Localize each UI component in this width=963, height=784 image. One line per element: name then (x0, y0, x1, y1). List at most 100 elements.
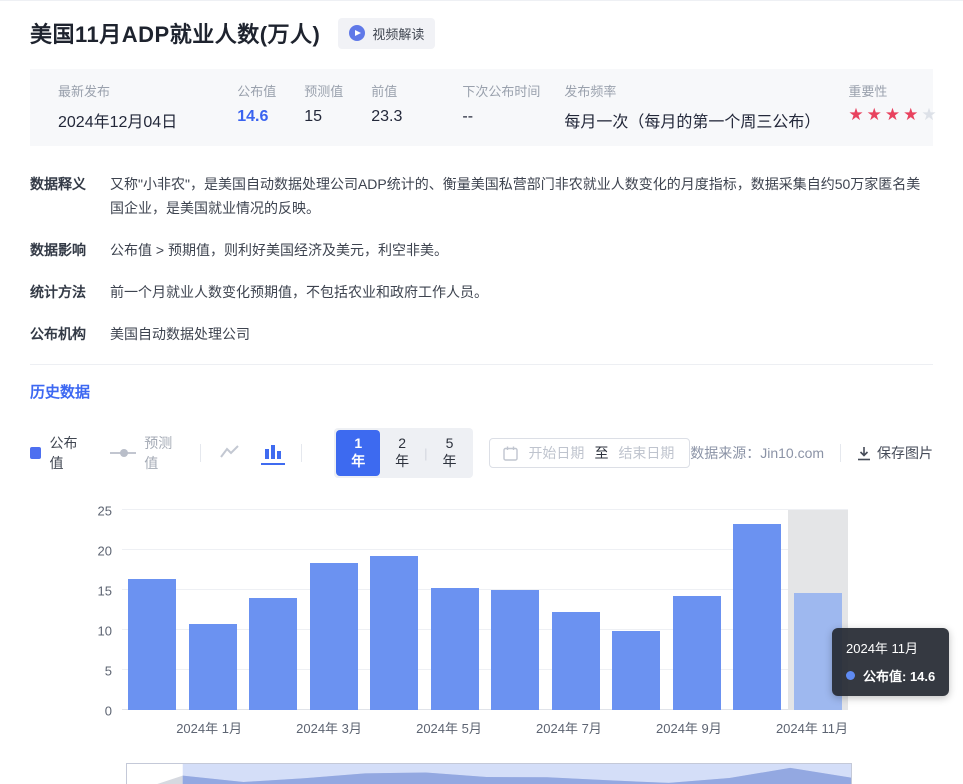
bar-slot[interactable] (122, 510, 183, 710)
x-axis-tick-label: 2024年 5月 (416, 718, 482, 737)
tooltip-title: 2024年 11月 (846, 638, 935, 657)
bar-slot[interactable] (425, 510, 486, 710)
section-divider (30, 364, 933, 365)
chart-bar[interactable] (491, 590, 539, 710)
x-axis-tick-label: 2024年 3月 (296, 718, 362, 737)
bar-slot[interactable] (727, 510, 788, 710)
title-row: 美国11月ADP就业人数(万人) 视频解读 (30, 17, 933, 49)
detail-label: 数据释义 (30, 172, 110, 220)
x-axis-tick-label: 2024年 1月 (176, 718, 242, 737)
chart-bar[interactable] (733, 524, 781, 710)
y-axis-tick-label: 5 (78, 664, 112, 679)
latest-release: 最新发布 2024年12月04日 (58, 81, 177, 132)
navigator-area-chart (127, 764, 851, 784)
detail-label: 统计方法 (30, 280, 110, 304)
detail-text: 又称"小非农"，是美国自动数据处理公司ADP统计的、衡量美国私营部门非农就业人数… (110, 172, 933, 220)
chart-bar[interactable] (128, 579, 176, 710)
end-date-input[interactable]: 结束日期 (618, 443, 674, 463)
chart-navigator[interactable] (126, 763, 852, 784)
star-icon: ★ (848, 105, 866, 124)
star-icon: ★ (867, 105, 885, 124)
bar-slot[interactable] (304, 510, 365, 710)
bar-slot[interactable] (364, 510, 425, 710)
history-chart: 0510152025 2024年 1月2024年 3月2024年 5月2024年… (30, 468, 933, 784)
chart-bar[interactable] (552, 612, 600, 710)
y-axis-tick-label: 10 (78, 624, 112, 639)
x-axis-tick-label (482, 718, 536, 737)
x-axis-tick-label: 2024年 9月 (656, 718, 722, 737)
save-image-label: 保存图片 (877, 443, 933, 463)
chart-bar[interactable] (310, 563, 358, 710)
chart-toolbar: 公布值 预测值 1年 2年 | 5年 开始日期 至 结束日期 数据来源：Jin1… (30, 438, 933, 468)
legend-label: 公布值 (49, 433, 89, 473)
latest-release-value: 2024年12月04日 (58, 108, 177, 132)
y-axis-tick-label: 25 (78, 504, 112, 519)
forecast-number: 15 (304, 108, 343, 126)
divider (200, 444, 201, 462)
previous-label: 前值 (371, 81, 402, 100)
indicator-detail-page: 美国11月ADP就业人数(万人) 视频解读 最新发布 2024年12月04日 公… (0, 1, 963, 784)
tooltip-value-row: 公布值: 14.6 (846, 666, 935, 685)
tooltip-value: 公布值: 14.6 (863, 666, 935, 685)
importance-stars: ★★★★★ (848, 105, 939, 125)
next-release-time: 下次公布时间 -- (462, 81, 536, 126)
line-dot-swatch-icon (110, 452, 137, 454)
history-data-tab[interactable]: 历史数据 (30, 381, 933, 402)
line-chart-icon[interactable] (217, 442, 243, 465)
detail-row-meaning: 数据释义 又称"小非农"，是美国自动数据处理公司ADP统计的、衡量美国私营部门非… (30, 172, 933, 220)
chart-bar[interactable] (189, 624, 237, 710)
previous-number: 23.3 (371, 108, 402, 126)
detail-text: 前一个月就业人数变化预期值，不包括农业和政府工作人员。 (110, 280, 488, 304)
chart-tooltip: 2024年 11月 公布值: 14.6 (832, 628, 949, 696)
x-axis-tick-label (242, 718, 296, 737)
published-number: 14.6 (237, 108, 276, 126)
published-label: 公布值 (237, 81, 276, 100)
detail-row-method: 统计方法 前一个月就业人数变化预期值，不包括农业和政府工作人员。 (30, 280, 933, 304)
x-axis-tick-label (362, 718, 416, 737)
y-axis-tick-label: 15 (78, 584, 112, 599)
bar-chart-icon[interactable] (261, 442, 285, 465)
frequency-label: 发布频率 (564, 81, 820, 100)
bar-slot[interactable] (183, 510, 244, 710)
video-button-label: 视频解读 (372, 24, 424, 43)
divider (301, 444, 302, 462)
page-title: 美国11月ADP就业人数(万人) (30, 17, 320, 49)
plot-area: 0510152025 (122, 510, 848, 710)
x-axis-labels: 2024年 1月 2024年 3月 2024年 5月 2024年 7月 2024年 9月… (122, 718, 848, 737)
date-range-picker[interactable]: 开始日期 至 结束日期 (489, 438, 690, 468)
detail-label: 数据影响 (30, 238, 110, 262)
star-icon: ★ (903, 105, 921, 124)
bar-slot[interactable] (485, 510, 546, 710)
date-to-label: 至 (594, 443, 608, 463)
bar-slots (122, 510, 848, 710)
play-icon (349, 25, 365, 41)
release-frequency: 发布频率 每月一次（每月的第一个周三公布） (564, 81, 820, 132)
next-release-value: -- (462, 108, 536, 126)
chart-bar[interactable] (249, 598, 297, 710)
chart-bar[interactable] (370, 556, 418, 710)
bar-slot[interactable] (546, 510, 607, 710)
legend-forecast[interactable]: 预测值 (110, 433, 185, 473)
divider (840, 444, 841, 462)
video-explain-button[interactable]: 视频解读 (338, 18, 435, 49)
legend-published[interactable]: 公布值 (30, 433, 90, 473)
start-date-input[interactable]: 开始日期 (528, 443, 584, 463)
previous-value: 前值 23.3 (371, 81, 402, 126)
bar-slot[interactable] (606, 510, 667, 710)
calendar-icon (503, 446, 518, 461)
forecast-value: 预测值 15 (304, 81, 343, 126)
x-axis-tick-label (602, 718, 656, 737)
bar-slot[interactable] (243, 510, 304, 710)
save-image-button[interactable]: 保存图片 (857, 443, 933, 463)
star-icon: ★ (921, 105, 939, 124)
x-axis-tick-label: 2024年 11月 (776, 718, 848, 737)
next-release-label: 下次公布时间 (462, 81, 536, 100)
chart-bar[interactable] (431, 588, 479, 710)
bar-slot[interactable] (667, 510, 728, 710)
detail-row-impact: 数据影响 公布值 > 预期值，则利好美国经济及美元，利空非美。 (30, 238, 933, 262)
x-axis-tick-label: 2024年 7月 (536, 718, 602, 737)
legend-label: 预测值 (144, 433, 184, 473)
chart-bar[interactable] (612, 631, 660, 710)
chart-bar[interactable] (673, 596, 721, 710)
y-axis-tick-label: 20 (78, 544, 112, 559)
